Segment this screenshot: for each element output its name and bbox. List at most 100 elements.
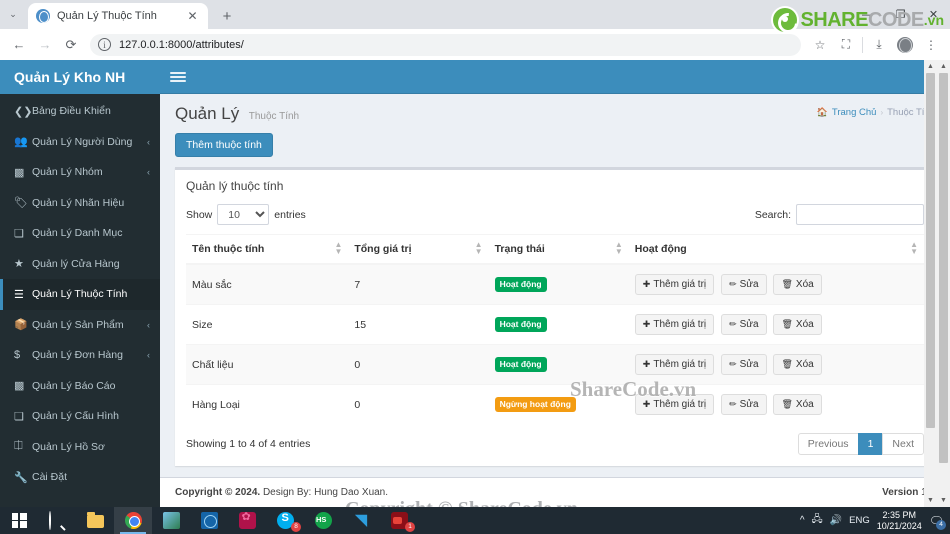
scroll-up-icon[interactable]: ▲ — [927, 60, 934, 73]
pagination-next[interactable]: Next — [882, 433, 924, 455]
download-icon[interactable]: ⤓ — [866, 32, 892, 58]
edit-button[interactable]: ✏ Sửa — [721, 314, 767, 335]
cell-actions: ✚ Thêm giá trị ✏ Sửa 🗑 Xóa — [628, 304, 924, 345]
edit-button[interactable]: ✏ Sửa — [721, 394, 767, 415]
delete-button[interactable]: 🗑 Xóa — [773, 354, 822, 375]
delete-button[interactable]: 🗑 Xóa — [773, 274, 822, 295]
sidebar-item-quan-ly-bao-cao[interactable]: ▩ Quản Lý Báo Cáo — [0, 371, 160, 402]
chevron-left-icon: ‹ — [147, 167, 150, 178]
profile-avatar[interactable] — [892, 32, 918, 58]
show-label: Show — [186, 208, 213, 221]
page-length-select[interactable]: 10 25 50 100 — [217, 204, 270, 225]
site-info-icon[interactable]: i — [98, 38, 111, 51]
sidebar-item-quan-ly-cau-hinh[interactable]: ❏ Quản Lý Cấu Hình — [0, 401, 160, 432]
edit-button[interactable]: ✏ Sửa — [721, 354, 767, 375]
clone-icon: ❏ — [14, 410, 24, 423]
add-value-button[interactable]: ✚ Thêm giá trị — [634, 394, 715, 415]
edit-button[interactable]: ✏ Sửa — [721, 274, 767, 295]
sidebar-item-bang-dieu-khien[interactable]: ❮❯ Bảng Điều Khiển — [0, 96, 160, 127]
hamburger-icon[interactable] — [170, 71, 186, 82]
new-tab-button[interactable]: + — [214, 3, 240, 29]
maximize-icon[interactable]: ❐ — [884, 0, 917, 29]
reload-icon[interactable]: ⟳ — [58, 32, 84, 58]
hs-app-button[interactable] — [304, 507, 342, 534]
datatable-controls: Show 10 25 50 100 entries Search: — [186, 202, 924, 234]
trash-icon: 🗑 — [781, 319, 793, 329]
search-input[interactable] — [796, 204, 924, 225]
sidebar-item-quan-ly-cua-hang[interactable]: ★ Quản lý Cửa Hàng — [0, 249, 160, 280]
inner-scrollbar[interactable]: ▲ ▼ — [924, 60, 937, 507]
breadcrumb-home-link[interactable]: Trang Chủ — [832, 107, 877, 118]
sidebar-item-quan-ly-san-pham[interactable]: 📦 Quản Lý Sản Phẩm ‹ — [0, 310, 160, 341]
table-body: Màu sắc 7 Hoạt động ✚ Thêm giá trị ✏ Sửa… — [186, 263, 924, 424]
sidebar-item-label: Quản Lý Thuộc Tính — [32, 288, 128, 301]
scrollbar-thumb[interactable] — [926, 73, 935, 428]
scrollbar-thumb[interactable] — [939, 73, 948, 463]
address-bar[interactable]: i 127.0.0.1:8000/attributes/ — [90, 33, 801, 56]
start-button[interactable] — [0, 507, 38, 534]
entries-length-control: Show 10 25 50 100 entries — [186, 204, 306, 225]
sidebar-item-cai-dat[interactable]: 🔧 Cài Đặt — [0, 462, 160, 493]
add-attribute-button[interactable]: Thêm thuộc tính — [175, 133, 273, 157]
browser-tab[interactable]: Quản Lý Thuộc Tính ✕ — [28, 3, 208, 29]
close-icon[interactable]: ✕ — [185, 9, 200, 24]
user-icon: ⎅ — [14, 440, 23, 453]
windows-icon — [11, 513, 27, 528]
delete-button[interactable]: 🗑 Xóa — [773, 314, 822, 335]
pagination-previous[interactable]: Previous — [797, 433, 859, 455]
tab-search-icon[interactable]: ⌄ — [0, 0, 26, 29]
sidebar-item-quan-ly-don-hang[interactable]: $ Quản Lý Đơn Hàng ‹ — [0, 340, 160, 371]
search-control: Search: — [755, 204, 924, 225]
network-icon[interactable]: 🖧 — [812, 512, 823, 529]
add-value-button[interactable]: ✚ Thêm giá trị — [634, 354, 715, 375]
globe-icon — [200, 512, 218, 529]
close-window-icon[interactable]: ✕ — [917, 0, 950, 29]
skype-badge: 8 — [291, 522, 301, 532]
tray-chevron-icon[interactable]: ^ — [800, 515, 805, 526]
globe-app-button[interactable] — [190, 507, 228, 534]
pink-app-button[interactable] — [228, 507, 266, 534]
scroll-down-icon[interactable]: ▼ — [927, 494, 934, 507]
file-explorer-button[interactable] — [76, 507, 114, 534]
language-indicator[interactable]: ENG — [849, 515, 870, 526]
column-header-trang-thai[interactable]: Trạng thái ▲ ▼ — [488, 234, 629, 265]
column-header-tong-gia-tri[interactable]: Tổng giá trị ▲ ▼ — [348, 234, 489, 265]
add-value-button[interactable]: ✚ Thêm giá trị — [634, 274, 715, 295]
skype-button[interactable]: 8 — [266, 507, 304, 534]
table-row: Chất liệu 0 Hoạt động ✚ Thêm giá trị ✏ S… — [186, 344, 924, 385]
sidebar-item-quan-ly-ho-so[interactable]: ⎅ Quản Lý Hồ Sơ — [0, 432, 160, 463]
side-panel-icon[interactable]: ⛶ — [833, 32, 859, 58]
scroll-down-icon[interactable]: ▼ — [940, 494, 947, 507]
action-center-icon[interactable]: 🗨 4 — [929, 514, 946, 530]
page-scrollbar[interactable]: ▲ ▼ — [937, 60, 950, 507]
sort-icon: ▲ ▼ — [614, 240, 623, 256]
column-header-hoat-dong[interactable]: Hoạt động ▲ ▼ — [628, 234, 924, 265]
delete-button[interactable]: 🗑 Xóa — [773, 394, 822, 415]
search-button[interactable] — [38, 507, 76, 534]
sidebar-item-quan-ly-danh-muc[interactable]: ❏ Quản Lý Danh Mục — [0, 218, 160, 249]
maps-button[interactable] — [152, 507, 190, 534]
volume-icon[interactable]: 🔊 — [830, 515, 842, 526]
chrome-button[interactable] — [114, 507, 152, 534]
sidebar-item-quan-ly-thuoc-tinh[interactable]: ☰ Quản Lý Thuộc Tính — [0, 279, 160, 310]
pagination-page-1[interactable]: 1 — [857, 433, 884, 455]
sidebar-item-quan-ly-nhan-hieu[interactable]: 🏷 Quản Lý Nhãn Hiệu — [0, 188, 160, 219]
scroll-up-icon[interactable]: ▲ — [940, 60, 947, 73]
plus-icon: ✚ — [642, 279, 651, 289]
screen-recorder-button[interactable]: 1 — [380, 507, 418, 534]
add-value-button[interactable]: ✚ Thêm giá trị — [634, 314, 715, 335]
button-label: Thêm giá trị — [653, 279, 707, 290]
status-badge: Hoạt động — [494, 277, 547, 292]
sidebar-item-quan-ly-nhom[interactable]: ▩ Quản Lý Nhóm ‹ — [0, 157, 160, 188]
column-header-ten-thuoc-tinh[interactable]: Tên thuộc tính ▲ ▼ — [186, 234, 349, 265]
sidebar-brand[interactable]: Quản Lý Kho NH — [0, 60, 160, 94]
back-icon[interactable]: ← — [6, 32, 32, 58]
clock[interactable]: 2:35 PM 10/21/2024 — [877, 510, 922, 532]
sidebar-item-quan-ly-nguoi-dung[interactable]: 👥 Quản Lý Người Dùng ‹ — [0, 127, 160, 158]
minimize-icon[interactable]: — — [851, 0, 884, 29]
forward-icon[interactable]: → — [32, 32, 58, 58]
pagination: Previous 1 Next — [797, 433, 924, 455]
bookmark-star-icon[interactable]: ☆ — [807, 32, 833, 58]
browser-menu-icon[interactable]: ⋮ — [918, 32, 944, 58]
vscode-button[interactable]: ◥ — [342, 507, 380, 534]
